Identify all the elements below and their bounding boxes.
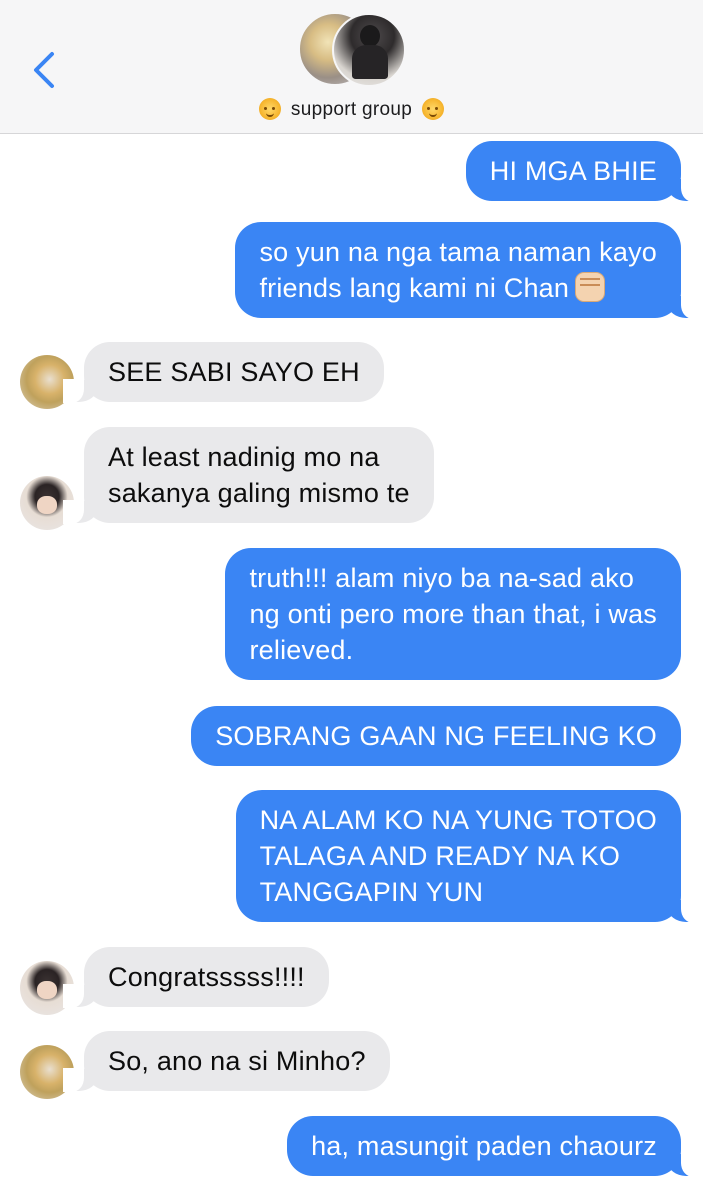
message-text: At least nadinig mo na sakanya galing mi…	[108, 442, 410, 508]
message-text: SEE SABI SAYO EH	[108, 357, 360, 387]
group-name[interactable]: support group	[0, 98, 703, 121]
message-bubble-outgoing[interactable]: SOBRANG GAAN NG FEELING KO	[191, 706, 681, 766]
conversation-header: support group	[0, 0, 703, 134]
sun-with-face-icon	[422, 98, 445, 120]
group-avatar[interactable]	[298, 12, 410, 88]
group-member-avatar-2	[332, 13, 406, 87]
message-text: truth!!! alam niyo ba na-sad ako ng onti…	[249, 563, 657, 665]
message-text: ha, masungit paden chaourz	[311, 1131, 657, 1161]
chevron-left-icon[interactable]	[26, 50, 62, 90]
message-bubble-outgoing[interactable]: truth!!! alam niyo ba na-sad ako ng onti…	[225, 548, 681, 680]
message-text: Congratsssss!!!!	[108, 962, 305, 992]
message-bubble-outgoing[interactable]: so yun na nga tama naman kayo friends la…	[235, 222, 702, 319]
message-bubble-incoming[interactable]: Congratsssss!!!!	[63, 947, 329, 1008]
raised-fist-icon	[575, 272, 606, 302]
group-title-text: support group	[290, 99, 413, 120]
message-bubble-incoming[interactable]: At least nadinig mo na sakanya galing mi…	[63, 427, 434, 524]
message-text: HI MGA BHIE	[489, 156, 657, 186]
message-text: So, ano na si Minho?	[108, 1046, 366, 1076]
message-bubble-outgoing[interactable]: NA ALAM KO NA YUNG TOTOO TALAGA AND READ…	[235, 790, 703, 923]
message-bubble-incoming[interactable]: SEE SABI SAYO EH	[63, 342, 384, 403]
sun-with-face-icon	[258, 98, 281, 120]
message-text: SOBRANG GAAN NG FEELING KO	[215, 721, 657, 751]
message-text: NA ALAM KO NA YUNG TOTOO TALAGA AND READ…	[259, 805, 657, 907]
message-bubble-incoming[interactable]: So, ano na si Minho?	[63, 1031, 390, 1092]
message-bubble-outgoing[interactable]: ha, masungit paden chaourz	[287, 1116, 702, 1177]
message-bubble-outgoing[interactable]: HI MGA BHIE	[465, 141, 703, 202]
